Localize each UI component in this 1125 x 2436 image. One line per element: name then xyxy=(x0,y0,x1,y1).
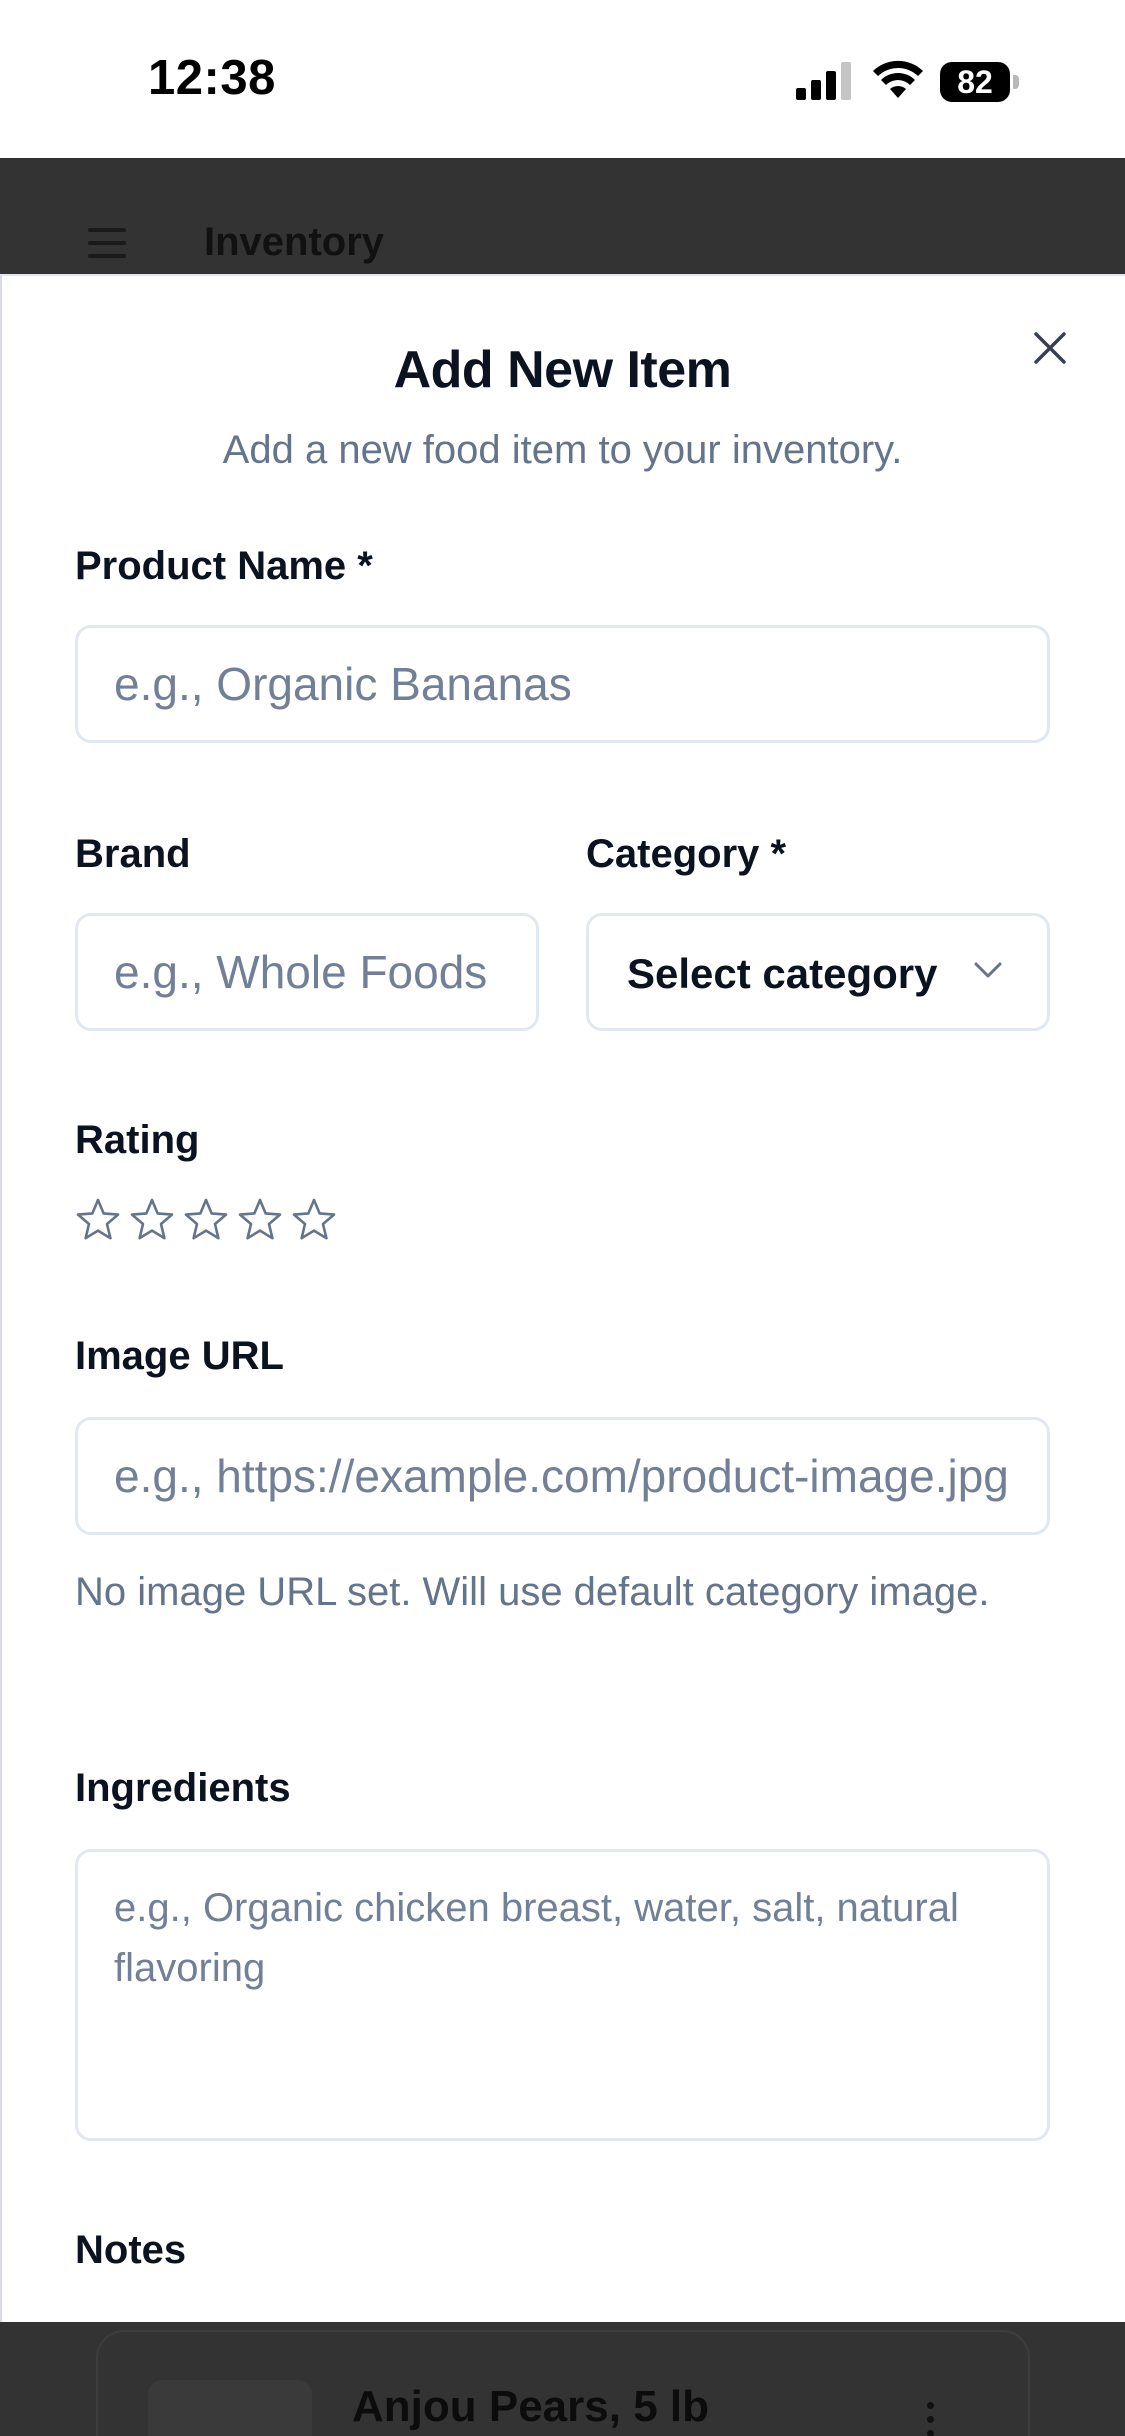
rating-stars xyxy=(74,1196,374,1248)
screen: 12:38 82 Inventory Anjou Pears, 5 lb Add… xyxy=(0,0,1125,2436)
category-select[interactable]: Select category xyxy=(586,913,1050,1031)
image-url-label: Image URL xyxy=(75,1334,284,1378)
product-name-input[interactable] xyxy=(75,625,1050,743)
ingredients-textarea[interactable] xyxy=(75,1849,1050,2141)
image-url-help-text: No image URL set. Will use default categ… xyxy=(75,1570,990,1614)
status-bar: 12:38 82 xyxy=(0,0,1125,158)
modal-title: Add New Item xyxy=(393,341,732,399)
category-label: Category * xyxy=(586,832,787,876)
star-icon[interactable] xyxy=(182,1196,230,1244)
rating-label: Rating xyxy=(75,1118,200,1162)
item-thumbnail xyxy=(148,2380,312,2436)
header-title: Inventory xyxy=(204,220,385,264)
star-icon[interactable] xyxy=(74,1196,122,1244)
image-url-input[interactable] xyxy=(75,1417,1050,1535)
hamburger-menu-icon[interactable] xyxy=(88,228,128,258)
product-name-label: Product Name * xyxy=(75,544,373,588)
brand-input[interactable] xyxy=(75,913,539,1031)
chevron-down-icon xyxy=(974,962,1002,978)
ingredients-label: Ingredients xyxy=(75,1766,291,1810)
battery-level: 82 xyxy=(957,64,993,100)
status-time: 12:38 xyxy=(148,51,276,105)
category-select-value: Select category xyxy=(627,950,938,997)
wifi-icon xyxy=(873,60,923,98)
battery-icon: 82 xyxy=(940,62,1022,102)
brand-label: Brand xyxy=(75,832,191,876)
star-icon[interactable] xyxy=(128,1196,176,1244)
star-icon[interactable] xyxy=(290,1196,338,1244)
more-options-icon[interactable] xyxy=(924,2400,936,2436)
battery-cap xyxy=(1013,75,1019,89)
item-title: Anjou Pears, 5 lb xyxy=(352,2382,709,2431)
cellular-signal-icon xyxy=(796,62,851,100)
notes-label: Notes xyxy=(75,2228,187,2272)
star-icon[interactable] xyxy=(236,1196,284,1244)
app-header xyxy=(0,158,1125,278)
modal-subtitle: Add a new food item to your inventory. xyxy=(222,428,903,472)
